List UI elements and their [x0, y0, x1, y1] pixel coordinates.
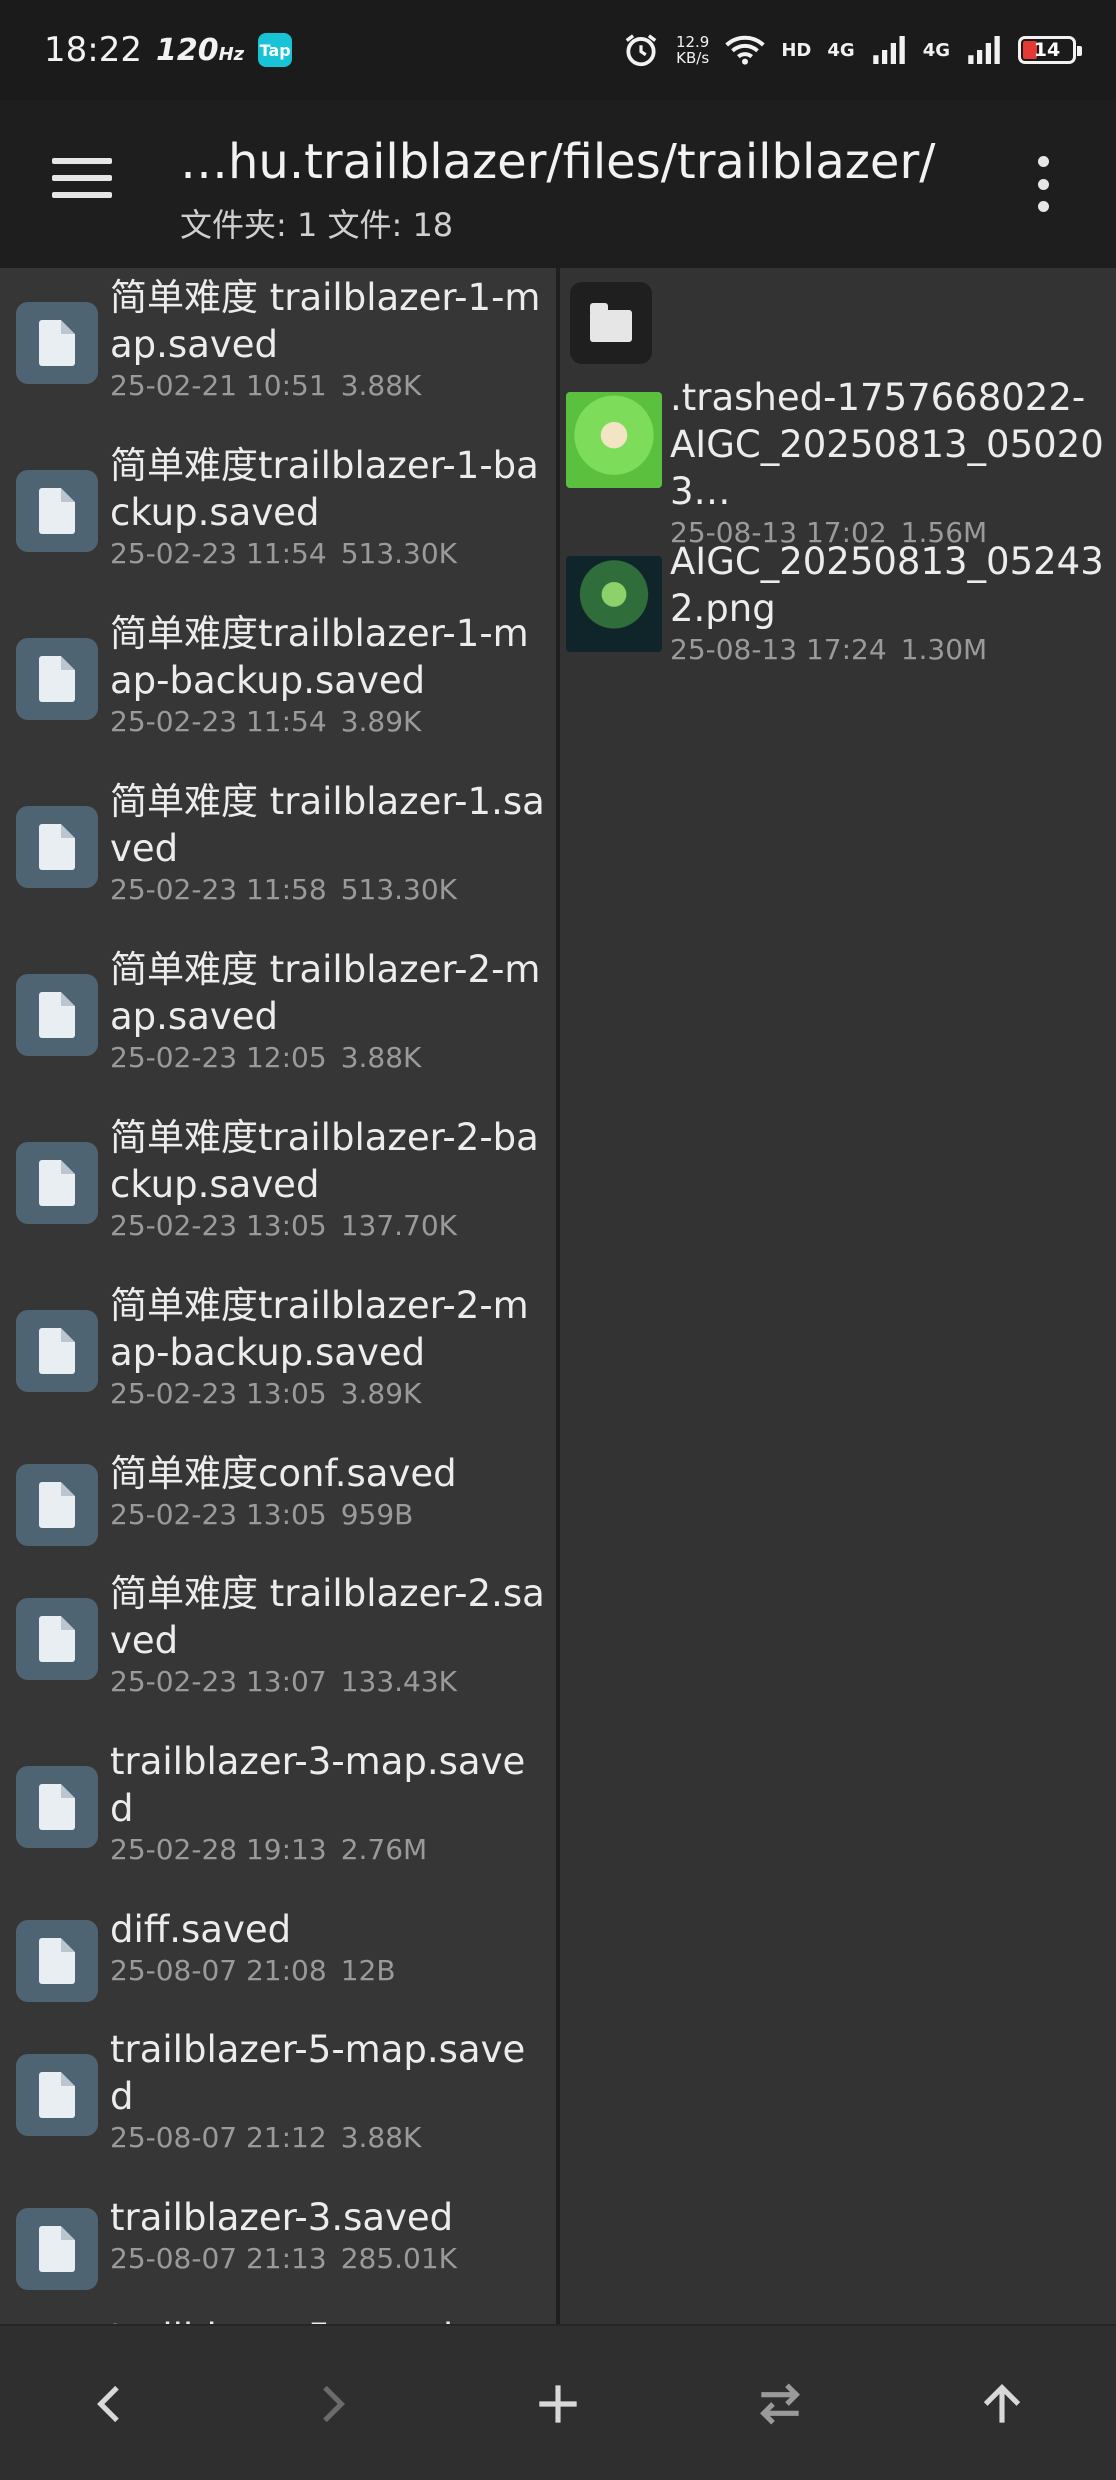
file-icon	[16, 638, 98, 720]
file-icon	[16, 2208, 98, 2290]
file-name: diff.saved	[110, 1908, 292, 1951]
signal-4g-1: 4G	[827, 39, 855, 61]
plus-icon	[539, 2385, 577, 2423]
file-meta: 25-02-23 13:05 3.89K	[110, 1377, 422, 1410]
up-directory-button[interactable]	[962, 2364, 1042, 2444]
list-item[interactable]: trailblazer-3.saved 25-08-07 21:13 285.01K	[0, 2188, 556, 2308]
image-thumbnail	[566, 392, 662, 488]
forward-button[interactable]	[292, 2364, 372, 2444]
file-name: 简单难度 trailblazer-2.saved	[110, 1572, 545, 1662]
file-meta: 25-02-23 13:05 137.70K	[110, 1209, 458, 1242]
arrow-up-icon	[983, 2384, 1021, 2423]
file-icon	[16, 470, 98, 552]
alarm-icon	[625, 34, 657, 67]
more-options-button[interactable]	[1030, 156, 1056, 212]
list-item[interactable]: diff.saved 25-08-07 21:08 12B	[0, 1900, 556, 2020]
file-name: trailblazer-5.saved	[110, 2314, 546, 2324]
file-name: trailblazer-3-map.saved	[110, 1740, 526, 1830]
file-name: 简单难度trailblazer-2-map-backup.saved	[110, 1284, 529, 1374]
file-name: 简单难度trailblazer-1-map-backup.saved	[110, 612, 529, 702]
back-button[interactable]	[70, 2364, 150, 2444]
left-file-pane[interactable]: 简单难度 trailblazer-1-map.saved 25-02-21 10:…	[0, 268, 556, 2324]
file-name: .trashed-1757668022-AIGC_20250813_050203…	[670, 376, 1104, 513]
list-item[interactable]: 简单难度conf.saved 25-02-23 13:05 959B	[0, 1444, 556, 1564]
file-name: 简单难度trailblazer-2-backup.saved	[110, 1116, 539, 1206]
swap-icon	[760, 2383, 800, 2425]
list-item[interactable]: 简单难度 trailblazer-1-map.saved 25-02-21 10:…	[0, 268, 556, 436]
swap-panes-button[interactable]	[740, 2364, 820, 2444]
file-name: 简单难度conf.saved	[110, 1452, 457, 1495]
list-item[interactable]: 简单难度trailblazer-1-backup.saved 25-02-23 1…	[0, 436, 556, 604]
list-item[interactable]: 简单难度 trailblazer-2.saved 25-02-23 13:07 13…	[0, 1564, 556, 1732]
path-title: …hu.trailblazer/files/trailblazer/	[180, 134, 936, 190]
add-button[interactable]	[518, 2364, 598, 2444]
file-name: 简单难度 trailblazer-1-map.saved	[110, 276, 541, 366]
file-meta: 25-02-23 11:54 513.30K	[110, 537, 458, 570]
parent-folder-row[interactable]: ..	[560, 268, 1116, 372]
file-name: 简单难度 trailblazer-2-map.saved	[110, 948, 541, 1038]
tap-app-icon: Tap	[258, 33, 293, 67]
signal-icon	[968, 36, 1000, 64]
file-name: trailblazer-3.saved	[110, 2196, 454, 2239]
file-name: 简单难度trailblazer-1-backup.saved	[110, 444, 539, 534]
list-item[interactable]: AIGC_20250813_052432.png 25-08-13 17:24 1…	[560, 536, 1116, 700]
signal-icon	[872, 36, 905, 64]
file-icon	[16, 806, 98, 888]
file-meta: 25-08-13 17:24 1.30M	[670, 633, 988, 666]
battery-level: 14	[1033, 39, 1061, 61]
file-icon	[16, 1142, 98, 1224]
file-icon	[16, 1598, 98, 1680]
file-icon	[16, 1464, 98, 1546]
file-icon	[16, 1310, 98, 1392]
folder-icon	[570, 282, 652, 364]
right-file-pane[interactable]: .. .trashed-1757668022-AIGC_20250813_050…	[560, 268, 1116, 2324]
list-item[interactable]: trailblazer-5.saved25-08-09 11:1832.06K	[0, 2308, 556, 2324]
signal-4g-2: 4G	[922, 39, 950, 61]
wifi-icon	[725, 35, 766, 65]
list-item[interactable]: 简单难度trailblazer-2-backup.saved 25-02-23 1…	[0, 1108, 556, 1276]
folder-file-count: 文件夹: 1 文件: 18	[180, 206, 454, 244]
file-meta: 25-02-23 12:05 3.88K	[110, 1041, 422, 1074]
file-icon	[16, 302, 98, 384]
hd-indicator: HD	[781, 39, 812, 61]
list-item[interactable]: 简单难度 trailblazer-1.saved 25-02-23 11:58 51…	[0, 772, 556, 940]
file-icon	[16, 1766, 98, 1848]
list-item[interactable]: .trashed-1757668022-AIGC_20250813_050203…	[560, 372, 1116, 549]
file-meta: 25-02-23 13:07 133.43K	[110, 1665, 458, 1698]
status-bar: 18:22 120Hz Tap 12.9 KB/s HD 4G 4G 14	[0, 0, 1116, 100]
file-meta: 25-08-07 21:08 12B	[110, 1954, 396, 1987]
parent-folder-label: ..	[630, 274, 1106, 325]
file-meta: 25-08-07 21:13 285.01K	[110, 2242, 458, 2275]
file-icon	[16, 974, 98, 1056]
file-name: trailblazer-5-map.saved	[110, 2028, 526, 2118]
list-item[interactable]: trailblazer-3-map.saved 25-02-28 19:13 2.7…	[0, 1732, 556, 1900]
file-meta: 25-08-07 21:12 3.88K	[110, 2121, 422, 2154]
net-speed: 12.9 KB/s	[675, 33, 710, 67]
file-meta: 25-02-23 11:54 3.89K	[110, 705, 422, 738]
file-meta: 25-02-23 11:58 513.30K	[110, 873, 458, 906]
list-item[interactable]: 简单难度trailblazer-2-map-backup.saved 25-02-…	[0, 1276, 556, 1444]
file-name: AIGC_20250813_052432.png	[670, 540, 1104, 630]
refresh-rate: 120Hz	[155, 32, 245, 68]
file-icon	[16, 2054, 98, 2136]
battery-icon: 14	[1018, 36, 1082, 64]
list-item[interactable]: 简单难度 trailblazer-2-map.saved 25-02-23 12:…	[0, 940, 556, 1108]
app-toolbar: …hu.trailblazer/files/trailblazer/ 文件夹: …	[0, 100, 1116, 268]
list-item[interactable]: trailblazer-5-map.saved 25-08-07 21:12 3.8…	[0, 2020, 556, 2188]
bottom-navigation	[0, 2324, 1116, 2480]
chevron-left-icon	[97, 2385, 119, 2423]
list-item[interactable]: 简单难度trailblazer-1-map-backup.saved 25-02-…	[0, 604, 556, 772]
file-icon	[16, 1920, 98, 2002]
clock: 18:22	[44, 30, 142, 70]
file-meta: 25-02-28 19:13 2.76M	[110, 1833, 428, 1866]
file-name: 简单难度 trailblazer-1.saved	[110, 780, 545, 870]
menu-button[interactable]	[52, 158, 112, 202]
chevron-right-icon	[323, 2385, 345, 2423]
image-thumbnail	[566, 556, 662, 652]
file-meta: 25-02-23 13:05 959B	[110, 1498, 414, 1531]
file-meta: 25-02-21 10:51 3.88K	[110, 369, 422, 402]
